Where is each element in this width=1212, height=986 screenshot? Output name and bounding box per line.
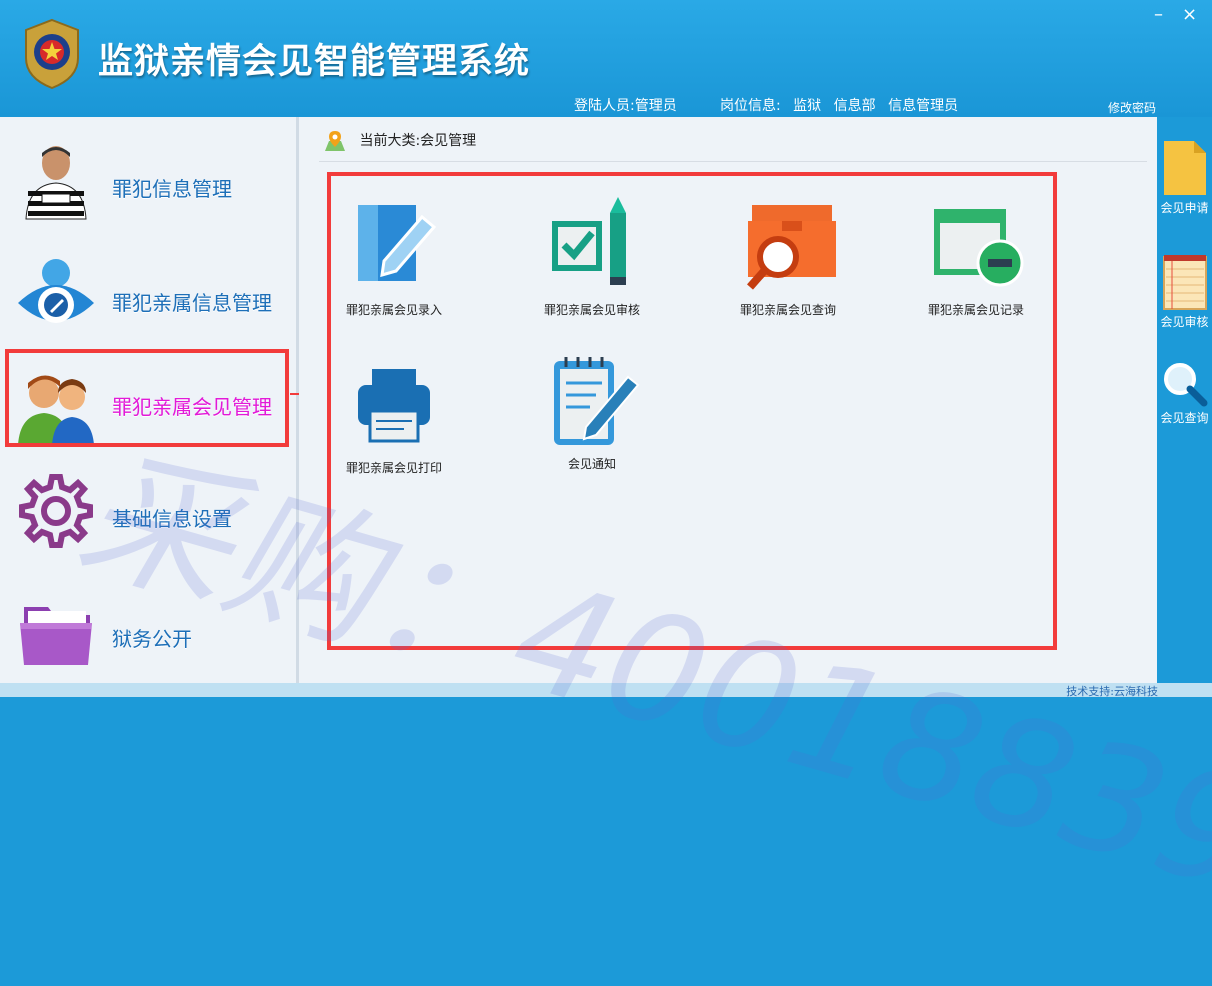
prisoner-icon [25, 146, 87, 220]
sidebar-item-family-info[interactable]: 罪犯亲属信息管理 [0, 247, 296, 357]
post-label: 岗位信息: [720, 98, 781, 114]
quick-access-bar: 会见申请 会见审核 会见查询 [1157, 117, 1212, 683]
status-bar: 技术支持:云海科技 [0, 683, 1212, 698]
breadcrumb: 当前大类:会见管理 [323, 129, 476, 153]
sidebar-item-label: 罪犯亲属信息管理 [112, 291, 272, 315]
func-visit-notice[interactable]: 会见通知 [517, 349, 667, 472]
sidebar-item-label: 基础信息设置 [112, 507, 232, 531]
sidebar-item-prisoner-info[interactable]: 罪犯信息管理 [0, 133, 296, 243]
func-label: 罪犯亲属会见打印 [345, 461, 442, 475]
gear-icon [19, 474, 93, 548]
app-header: 监狱亲情会见智能管理系统 登陆人员:管理员 岗位信息: 监狱 信息部 信息管理员… [0, 0, 1212, 117]
change-password-link[interactable]: 修改密码 [1108, 99, 1156, 116]
sidebar-nav: 罪犯信息管理 罪犯亲属信息管理 罪犯亲属会见管理 基础信息设置 狱务公开 [0, 117, 299, 683]
notepad-pen-icon [554, 357, 640, 445]
breadcrumb-text: 当前大类:会见管理 [359, 133, 477, 149]
map-pin-icon [325, 131, 345, 151]
post-prison: 监狱 [793, 98, 822, 114]
magnifier-icon [1163, 363, 1207, 407]
post-department: 信息部 [833, 98, 876, 114]
quick-label: 会见查询 [1160, 411, 1209, 425]
search-box-icon [747, 205, 836, 290]
func-label: 会见通知 [567, 457, 616, 471]
func-visit-record[interactable]: 罪犯亲属会见记录 [901, 195, 1051, 318]
police-emblem-icon [25, 18, 79, 90]
record-window-icon [934, 209, 1024, 287]
review-check-icon [552, 197, 626, 285]
sidebar-item-basic-settings[interactable]: 基础信息设置 [0, 469, 296, 579]
post-info: 岗位信息: 监狱 信息部 信息管理员 [720, 95, 966, 115]
printer-icon [358, 369, 430, 443]
sidebar-item-label: 狱务公开 [112, 627, 192, 651]
main-panel: 当前大类:会见管理 罪犯亲属会见录入 罪犯亲属会见审核 罪犯亲属会见查询 罪犯亲… [299, 117, 1157, 683]
func-label: 罪犯亲属会见记录 [927, 303, 1024, 317]
app-title: 监狱亲情会见智能管理系统 [98, 42, 531, 82]
func-visit-print[interactable]: 罪犯亲属会见打印 [319, 363, 469, 476]
post-role: 信息管理员 [888, 98, 959, 114]
quick-visit-review[interactable]: 会见审核 [1157, 253, 1212, 330]
quick-label: 会见申请 [1160, 201, 1209, 215]
document-icon [1163, 141, 1206, 195]
divider [319, 161, 1147, 162]
login-user-info: 登陆人员:管理员 [574, 98, 677, 114]
edit-entry-icon [358, 205, 437, 281]
quick-visit-apply[interactable]: 会见申请 [1157, 139, 1212, 216]
quick-label: 会见审核 [1160, 315, 1209, 329]
notebook-icon [1162, 255, 1207, 310]
func-label: 罪犯亲属会见审核 [543, 303, 640, 317]
sidebar-item-label: 罪犯信息管理 [112, 177, 232, 201]
func-visit-review[interactable]: 罪犯亲属会见审核 [517, 195, 667, 318]
close-button[interactable]: × [1182, 6, 1197, 24]
func-visit-query[interactable]: 罪犯亲属会见查询 [713, 195, 863, 318]
folder-icon [20, 607, 92, 665]
func-label: 罪犯亲属会见录入 [345, 303, 442, 317]
active-item-highlight [5, 349, 289, 447]
family-eye-icon [18, 259, 94, 323]
minimize-button[interactable]: – [1154, 6, 1163, 24]
func-visit-entry[interactable]: 罪犯亲属会见录入 [319, 195, 469, 318]
func-label: 罪犯亲属会见查询 [739, 303, 836, 317]
quick-visit-query[interactable]: 会见查询 [1157, 361, 1212, 426]
